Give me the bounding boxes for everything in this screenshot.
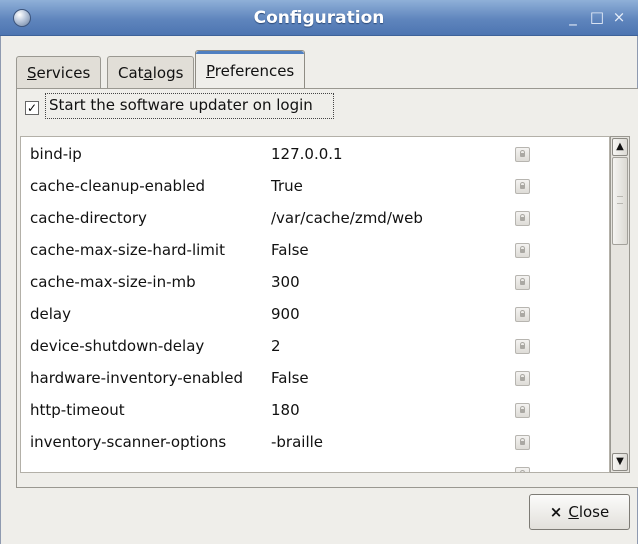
setting-key: cache-directory [30, 209, 147, 227]
lock-icon[interactable] [515, 147, 530, 162]
tab-label-part: Cat [118, 64, 144, 82]
table-row[interactable]: cache-directory /var/cache/zmd/web [21, 203, 609, 235]
close-mnemonic: C [568, 503, 579, 521]
table-row[interactable]: http-timeout 180 [21, 395, 609, 427]
window-title: Configuration [253, 8, 385, 28]
lock-icon[interactable] [515, 307, 530, 322]
lock-icon[interactable] [515, 435, 530, 450]
minimize-button[interactable]: _ [564, 8, 582, 26]
lock-icon[interactable] [515, 243, 530, 258]
table-row[interactable]: device-shutdown-delay 2 [21, 331, 609, 363]
setting-value[interactable]: False [271, 369, 309, 387]
title-bar[interactable]: Configuration _ □ × [0, 0, 638, 36]
scroll-down-arrow-icon[interactable]: ▼ [612, 453, 628, 471]
setting-key: cache-max-size-hard-limit [30, 241, 225, 259]
window-close-button[interactable]: × [610, 8, 628, 26]
close-icon: × [549, 503, 563, 521]
setting-key: hardware-inventory-enabled [30, 369, 243, 387]
setting-value[interactable]: -braille [271, 433, 323, 451]
start-updater-checkbox[interactable]: ✓ [25, 101, 39, 115]
close-button[interactable]: × Close [529, 494, 630, 530]
vertical-scrollbar[interactable]: ▲ ▼ [610, 136, 630, 473]
setting-value[interactable]: 900 [271, 305, 300, 323]
table-row[interactable] [21, 459, 609, 472]
tab-preferences[interactable]: Preferences [195, 50, 306, 89]
tab-catalogs[interactable]: Catalogs [107, 56, 195, 88]
setting-value[interactable]: False [271, 241, 309, 259]
table-row[interactable]: delay 900 [21, 299, 609, 331]
lock-icon[interactable] [515, 371, 530, 386]
setting-key: cache-cleanup-enabled [30, 177, 205, 195]
lock-icon[interactable] [515, 275, 530, 290]
tab-label-part: logs [152, 64, 184, 82]
table-row[interactable]: cache-max-size-hard-limit False [21, 235, 609, 267]
tab-services[interactable]: Services [16, 56, 102, 88]
scroll-thumb[interactable] [612, 157, 628, 245]
setting-value[interactable]: 2 [271, 337, 281, 355]
setting-key: bind-ip [30, 145, 82, 163]
table-row[interactable]: hardware-inventory-enabled False [21, 363, 609, 395]
setting-key: delay [30, 305, 71, 323]
lock-icon[interactable] [515, 179, 530, 194]
setting-value[interactable]: 180 [271, 401, 300, 419]
settings-list[interactable]: bind-ip 127.0.0.1 cache-cleanup-enabled … [20, 136, 610, 473]
lock-icon[interactable] [515, 467, 530, 472]
table-row[interactable]: cache-max-size-in-mb 300 [21, 267, 609, 299]
lock-icon[interactable] [515, 339, 530, 354]
table-row[interactable]: cache-cleanup-enabled True [21, 171, 609, 203]
maximize-button[interactable]: □ [588, 8, 606, 26]
setting-value[interactable]: /var/cache/zmd/web [271, 209, 423, 227]
setting-key: inventory-scanner-options [30, 433, 227, 451]
scroll-up-arrow-icon[interactable]: ▲ [612, 138, 628, 156]
tab-mnemonic: a [143, 64, 153, 82]
tab-label-part: ervices [36, 64, 91, 82]
grip-icon [617, 196, 623, 204]
tab-mnemonic: P [206, 62, 215, 80]
tab-label-part: references [214, 62, 295, 80]
tab-mnemonic: S [27, 64, 37, 82]
setting-value[interactable]: True [271, 177, 303, 195]
setting-key: cache-max-size-in-mb [30, 273, 196, 291]
setting-key: device-shutdown-delay [30, 337, 205, 355]
start-updater-label[interactable]: Start the software updater on login [49, 96, 313, 114]
close-label: lose [578, 503, 610, 521]
table-row[interactable]: inventory-scanner-options -braille [21, 427, 609, 459]
table-row[interactable]: bind-ip 127.0.0.1 [21, 139, 609, 171]
setting-value[interactable]: 127.0.0.1 [271, 145, 343, 163]
lock-icon[interactable] [515, 403, 530, 418]
setting-value[interactable]: 300 [271, 273, 300, 291]
setting-key: http-timeout [30, 401, 125, 419]
lock-icon[interactable] [515, 211, 530, 226]
